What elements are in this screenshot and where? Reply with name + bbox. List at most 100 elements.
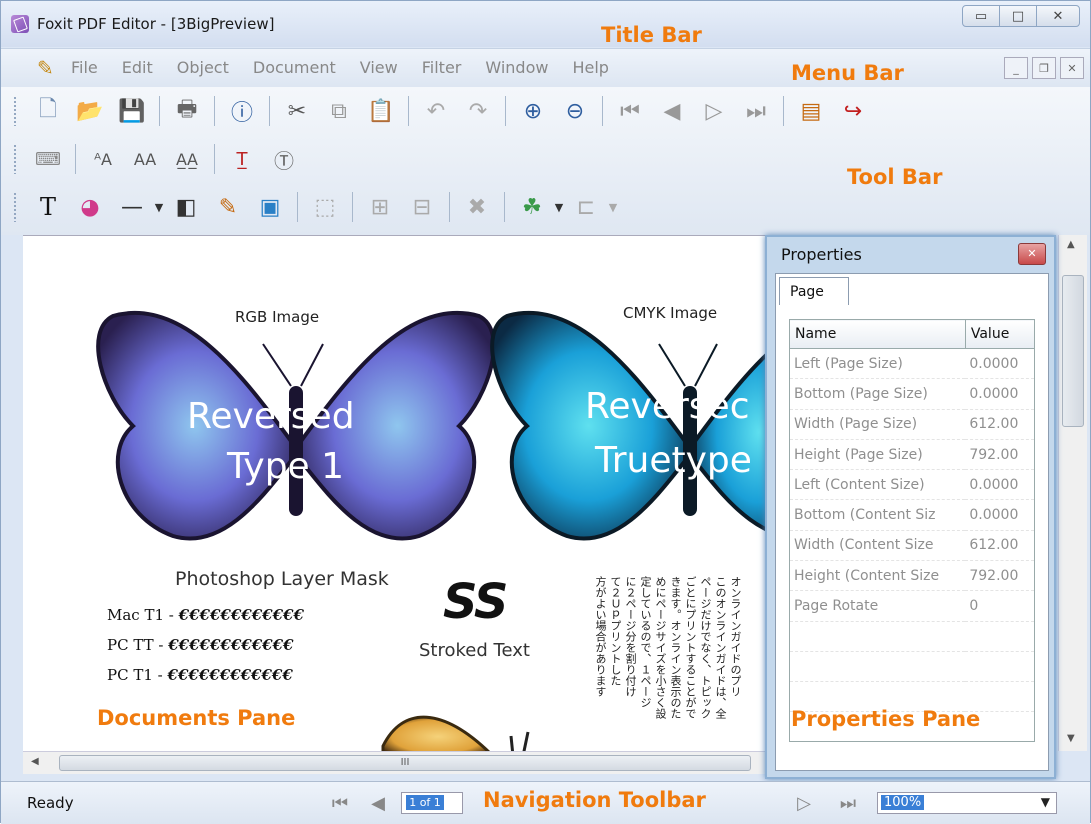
export-icon[interactable]: ↪ bbox=[838, 96, 868, 126]
text-scale-icon[interactable]: A̲A̲ bbox=[172, 144, 202, 174]
vertical-scrollbar[interactable]: ▲ ▼ bbox=[1058, 235, 1087, 751]
group-icon[interactable]: ⊞ bbox=[365, 192, 395, 222]
redo-icon[interactable]: ↷ bbox=[463, 96, 493, 126]
chevron-down-icon[interactable]: ▼ bbox=[1041, 795, 1050, 809]
table-row[interactable]: Left (Page Size) 0.0000 bbox=[789, 348, 1035, 380]
last-page-icon[interactable]: ⏭ bbox=[741, 96, 771, 126]
scroll-left-arrow-icon[interactable]: ◀ bbox=[31, 756, 39, 767]
maximize-button[interactable]: □ bbox=[999, 5, 1037, 27]
rgb-image-label: RGB Image bbox=[235, 308, 320, 326]
select-objects-icon[interactable]: ⬚ bbox=[310, 192, 340, 222]
value-column-header[interactable]: Value bbox=[964, 319, 1036, 349]
save-icon[interactable]: 💾 bbox=[117, 96, 147, 126]
toolbar-separator bbox=[505, 96, 506, 126]
stroked-text-label: Stroked Text bbox=[419, 640, 530, 661]
keyboard-icon[interactable]: ⌨ bbox=[33, 144, 63, 174]
table-row[interactable]: Height (Page Size) 792.00 bbox=[789, 439, 1035, 471]
align-icon[interactable]: ⊏ bbox=[571, 192, 601, 222]
menu-document[interactable]: Document bbox=[253, 58, 336, 77]
zoom-select[interactable]: 100% ▼ bbox=[877, 792, 1057, 814]
dropdown-arrow-icon[interactable]: ▼ bbox=[553, 192, 565, 222]
table-row[interactable]: Page Rotate 0 bbox=[789, 590, 1035, 622]
menu-window[interactable]: Window bbox=[485, 58, 548, 77]
doc-close-button[interactable]: ✕ bbox=[1060, 57, 1084, 79]
edit-object-icon[interactable]: ✎ bbox=[213, 192, 243, 222]
new-document-icon[interactable]: 🗋 bbox=[33, 96, 63, 126]
mac-t1-glyphs: €€€€€€€€€€€€ bbox=[178, 606, 304, 624]
minimize-button[interactable]: ▭ bbox=[962, 5, 1000, 27]
first-page-icon[interactable]: ⏮ bbox=[615, 96, 645, 126]
undo-icon[interactable]: ↶ bbox=[421, 96, 451, 126]
mac-t1-label: Mac T1 - bbox=[107, 606, 174, 624]
nav-first-page-icon[interactable]: ⏮ bbox=[327, 792, 353, 814]
dropdown-arrow-icon[interactable]: ▼ bbox=[607, 192, 619, 222]
document-menu-icon[interactable]: ✎ bbox=[37, 56, 54, 80]
nav-previous-page-icon[interactable]: ◀ bbox=[365, 792, 391, 814]
property-name: Left (Page Size) bbox=[789, 348, 966, 380]
name-column-header[interactable]: Name bbox=[789, 319, 966, 349]
scroll-down-arrow-icon[interactable]: ▼ bbox=[1067, 733, 1075, 744]
tab-page[interactable]: Page bbox=[779, 277, 849, 305]
toolbar-grip[interactable] bbox=[13, 192, 17, 222]
copy-icon[interactable]: ⧉ bbox=[324, 96, 354, 126]
text-tool-icon[interactable]: ᴬA bbox=[88, 144, 118, 174]
zoom-in-icon[interactable]: ⊕ bbox=[518, 96, 548, 126]
menu-object[interactable]: Object bbox=[177, 58, 229, 77]
documents-pane[interactable]: RGB Image CMYK Image Reversed Type 1 Rev… bbox=[23, 235, 765, 752]
toolbar-separator bbox=[75, 144, 76, 174]
toolbar-separator bbox=[408, 96, 409, 126]
nav-next-page-icon[interactable]: ▷ bbox=[791, 792, 817, 814]
add-text-icon[interactable]: T bbox=[33, 192, 63, 222]
toolbar-grip[interactable] bbox=[13, 144, 17, 174]
text-spacing-icon[interactable]: AA bbox=[130, 144, 160, 174]
japanese-column: ごとにプリントすることがで bbox=[684, 576, 697, 719]
line-icon[interactable]: — bbox=[117, 192, 147, 222]
horizontal-scroll-thumb[interactable]: III bbox=[59, 755, 751, 771]
window-controls: ▭ □ ✕ bbox=[962, 5, 1080, 27]
doc-minimize-button[interactable]: _ bbox=[1004, 57, 1028, 79]
nav-last-page-icon[interactable]: ⏭ bbox=[835, 792, 861, 814]
paste-icon[interactable]: 📋 bbox=[366, 96, 396, 126]
toolbar-grip[interactable] bbox=[13, 96, 17, 126]
dropdown-arrow-icon[interactable]: ▼ bbox=[153, 192, 165, 222]
next-page-icon[interactable]: ▷ bbox=[699, 96, 729, 126]
table-row[interactable]: Left (Content Size) 0.0000 bbox=[789, 469, 1035, 501]
menu-help[interactable]: Help bbox=[572, 58, 608, 77]
ungroup-icon[interactable]: ⊟ bbox=[407, 192, 437, 222]
print-icon[interactable]: 🖶 bbox=[172, 96, 202, 126]
property-value: 0.0000 bbox=[965, 378, 1035, 410]
table-row[interactable]: Bottom (Content Siz 0.0000 bbox=[789, 499, 1035, 531]
vertical-scroll-thumb[interactable] bbox=[1062, 275, 1084, 427]
properties-icon[interactable]: ▤ bbox=[796, 96, 826, 126]
info-icon[interactable]: ⓘ bbox=[227, 96, 257, 126]
previous-page-icon[interactable]: ◀ bbox=[657, 96, 687, 126]
image-object-icon[interactable]: ▣ bbox=[255, 192, 285, 222]
table-row[interactable]: Height (Content Size 792.00 bbox=[789, 560, 1035, 592]
arrange-icon[interactable]: ☘ bbox=[517, 192, 547, 222]
color-icon[interactable]: ◕ bbox=[75, 192, 105, 222]
open-folder-icon[interactable]: 📂 bbox=[75, 96, 105, 126]
delete-object-icon[interactable]: ✖ bbox=[462, 192, 492, 222]
table-row[interactable]: Width (Page Size) 612.00 bbox=[789, 409, 1035, 440]
menu-filter[interactable]: Filter bbox=[422, 58, 462, 77]
scroll-up-arrow-icon[interactable]: ▲ bbox=[1067, 239, 1075, 250]
type1-text: Type 1 bbox=[227, 446, 345, 487]
cut-icon[interactable]: ✂ bbox=[282, 96, 312, 126]
text-circle-icon[interactable]: Ⓣ bbox=[269, 144, 299, 174]
menu-file[interactable]: File bbox=[71, 58, 98, 77]
japanese-column: 方がよい場合があります bbox=[594, 576, 607, 697]
doc-restore-button[interactable]: ❐ bbox=[1032, 57, 1056, 79]
properties-close-button[interactable]: ✕ bbox=[1018, 243, 1046, 265]
zoom-out-icon[interactable]: ⊖ bbox=[560, 96, 590, 126]
close-button[interactable]: ✕ bbox=[1036, 5, 1080, 27]
table-row[interactable]: Width (Content Size 612.00 bbox=[789, 530, 1035, 562]
menu-view[interactable]: View bbox=[360, 58, 398, 77]
shape-icon[interactable]: ◧ bbox=[171, 192, 201, 222]
menu-edit[interactable]: Edit bbox=[122, 58, 153, 77]
horizontal-scrollbar[interactable]: ◀ III bbox=[23, 751, 765, 774]
insert-text-icon[interactable]: T̲ bbox=[227, 144, 257, 174]
property-value: 612.00 bbox=[965, 409, 1035, 440]
page-number-field[interactable]: 1 of 1 bbox=[401, 792, 463, 814]
toolbar-separator bbox=[352, 192, 353, 222]
table-row[interactable]: Bottom (Page Size) 0.0000 bbox=[789, 378, 1035, 410]
